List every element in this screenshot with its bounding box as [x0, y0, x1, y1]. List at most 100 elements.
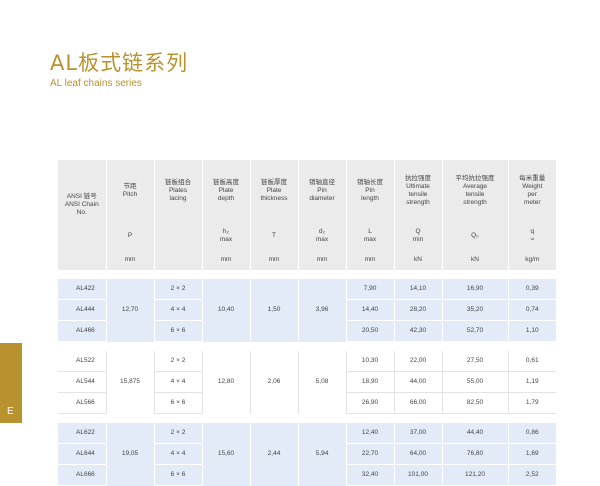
cell-weight: 0,74: [508, 299, 556, 321]
cell-lacing: 2 × 2: [154, 423, 203, 444]
section-tab-letter: E: [7, 406, 14, 417]
cell-plate-thickness: 1,50: [250, 279, 299, 342]
group-spacer: [58, 341, 556, 351]
page-subtitle: AL leaf chains series: [50, 78, 142, 89]
symbol-pitch: P: [106, 222, 155, 250]
header-plate-thickness: 链板厚度 Plate thickness: [250, 160, 299, 222]
cell-ultimate-strength: 14,10: [394, 279, 443, 300]
cell-weight: 1,79: [508, 392, 556, 414]
cell-average-strength: 82,50: [442, 392, 509, 414]
cell-average-strength: 121,20: [442, 464, 509, 486]
cell-lacing: 4 × 4: [154, 443, 203, 465]
cell-weight: 1,69: [508, 443, 556, 465]
cell-pitch: 12,70: [106, 279, 155, 342]
table-row: AL422 12,70 2 × 2 10,40 1,50 3,96 7,90 14,10 16,…: [58, 279, 556, 342]
cell-model: AL444: [58, 299, 107, 321]
cell-pin-length: 18,90: [346, 371, 395, 393]
symbol-weight: q ≈: [508, 222, 556, 250]
unit-plate-depth: mm: [202, 250, 251, 270]
cell-average-strength: 55,00: [442, 371, 509, 393]
group-spacer: [58, 270, 556, 279]
cell-pin-diameter: 5,08: [298, 351, 347, 414]
cell-plate-depth: 10,40: [202, 279, 251, 342]
cell-model: AL644: [58, 443, 107, 465]
cell-model: AL544: [58, 371, 107, 393]
cell-lacing: 4 × 4: [154, 299, 203, 321]
cell-pin-diameter: 5,94: [298, 423, 347, 486]
table-row: AL622 19,05 2 × 2 15,60 2,44 5,94 12,40 37,00 44…: [58, 423, 556, 486]
header-ansi: ANSI 链号 ANSI Chain No.: [58, 160, 107, 250]
cell-model: AL466: [58, 320, 107, 342]
cell-pitch: 19,05: [106, 423, 155, 486]
cell-average-strength: 44,40: [442, 423, 509, 444]
cell-model: AL566: [58, 392, 107, 414]
cell-pin-length: 32,40: [346, 464, 395, 486]
cell-average-strength: 27,50: [442, 351, 509, 372]
cell-lacing: 4 × 4: [154, 371, 203, 393]
cell-model: AL666: [58, 464, 107, 486]
cell-lacing: 6 × 6: [154, 464, 203, 486]
cell-weight: 1,10: [508, 320, 556, 342]
symbol-average-strength: Q₀: [442, 222, 509, 250]
symbol-plate-depth: h₂ max: [202, 222, 251, 250]
cell-pin-diameter: 3,96: [298, 279, 347, 342]
cell-weight: 0,61: [508, 351, 556, 372]
header-average-tensile-strength: 平均抗拉强度 Average tensile strength: [442, 160, 509, 222]
cell-average-strength: 35,20: [442, 299, 509, 321]
cell-pitch: 15,875: [106, 351, 155, 414]
symbol-pin-length: L max: [346, 222, 395, 250]
group-spacer: [58, 413, 556, 423]
cell-average-strength: 52,70: [442, 320, 509, 342]
header-pin-length: 销轴长度 Pin length: [346, 160, 395, 222]
cell-pin-length: 7,90: [346, 279, 395, 300]
cell-pin-length: 14,40: [346, 299, 395, 321]
cell-lacing: 6 × 6: [154, 320, 203, 342]
header-plate-depth: 链板高度 Plate depth: [202, 160, 251, 222]
cell-ultimate-strength: 44,00: [394, 371, 443, 393]
cell-lacing: 6 × 6: [154, 392, 203, 414]
page-title: AL板式链系列: [50, 51, 189, 75]
header-row-symbols: P h₂ max T d₂ max L max Q min Q₀ q ≈: [58, 222, 556, 250]
header-ultimate-tensile-strength: 抗拉强度 Ultimate tensile strength: [394, 160, 443, 222]
symbol-pin-diameter: d₂ max: [298, 222, 347, 250]
unit-average-strength: kN: [442, 250, 509, 270]
cell-ultimate-strength: 42,30: [394, 320, 443, 342]
cell-lacing: 2 × 2: [154, 351, 203, 372]
cell-plate-depth: 12,80: [202, 351, 251, 414]
cell-plate-thickness: 2,44: [250, 423, 299, 486]
table-row: AL522 15,875 2 × 2 12,80 2,06 5,08 10,30 22,00 2…: [58, 351, 556, 414]
symbol-ultimate-strength: Q min: [394, 222, 443, 250]
leaf-chain-spec-table: ANSI 链号 ANSI Chain No. 节距 Pitch 链板组合 Pla…: [58, 160, 556, 486]
cell-pin-length: 20,50: [346, 320, 395, 342]
cell-weight: 0,86: [508, 423, 556, 444]
cell-ultimate-strength: 22,00: [394, 351, 443, 372]
cell-model: AL522: [58, 351, 107, 372]
header-weight-per-meter: 每米重量 Weight per meter: [508, 160, 556, 222]
unit-ultimate-strength: kN: [394, 250, 443, 270]
section-tab: E: [0, 343, 22, 423]
cell-ultimate-strength: 66,00: [394, 392, 443, 414]
cell-weight: 0,39: [508, 279, 556, 300]
symbol-plate-thickness: T: [250, 222, 299, 250]
header-pitch: 节距 Pitch: [106, 160, 155, 222]
unit-ansi: [58, 250, 107, 270]
cell-pin-length: 22,70: [346, 443, 395, 465]
cell-model: AL622: [58, 423, 107, 444]
header-lacing: 链板组合 Plates lacing: [154, 160, 203, 222]
cell-ultimate-strength: 64,00: [394, 443, 443, 465]
unit-pin-diameter: mm: [298, 250, 347, 270]
unit-lacing: [154, 250, 203, 270]
cell-ultimate-strength: 37,00: [394, 423, 443, 444]
cell-lacing: 2 × 2: [154, 279, 203, 300]
cell-plate-depth: 15,60: [202, 423, 251, 486]
header-row-units: mm mm mm mm mm kN kN kg/m: [58, 250, 556, 270]
cell-pin-length: 10,30: [346, 351, 395, 372]
cell-plate-thickness: 2,06: [250, 351, 299, 414]
unit-plate-thickness: mm: [250, 250, 299, 270]
cell-ultimate-strength: 28,20: [394, 299, 443, 321]
unit-pitch: mm: [106, 250, 155, 270]
symbol-lacing: [154, 222, 203, 250]
cell-pin-length: 12,40: [346, 423, 395, 444]
cell-average-strength: 76,80: [442, 443, 509, 465]
cell-average-strength: 16,90: [442, 279, 509, 300]
